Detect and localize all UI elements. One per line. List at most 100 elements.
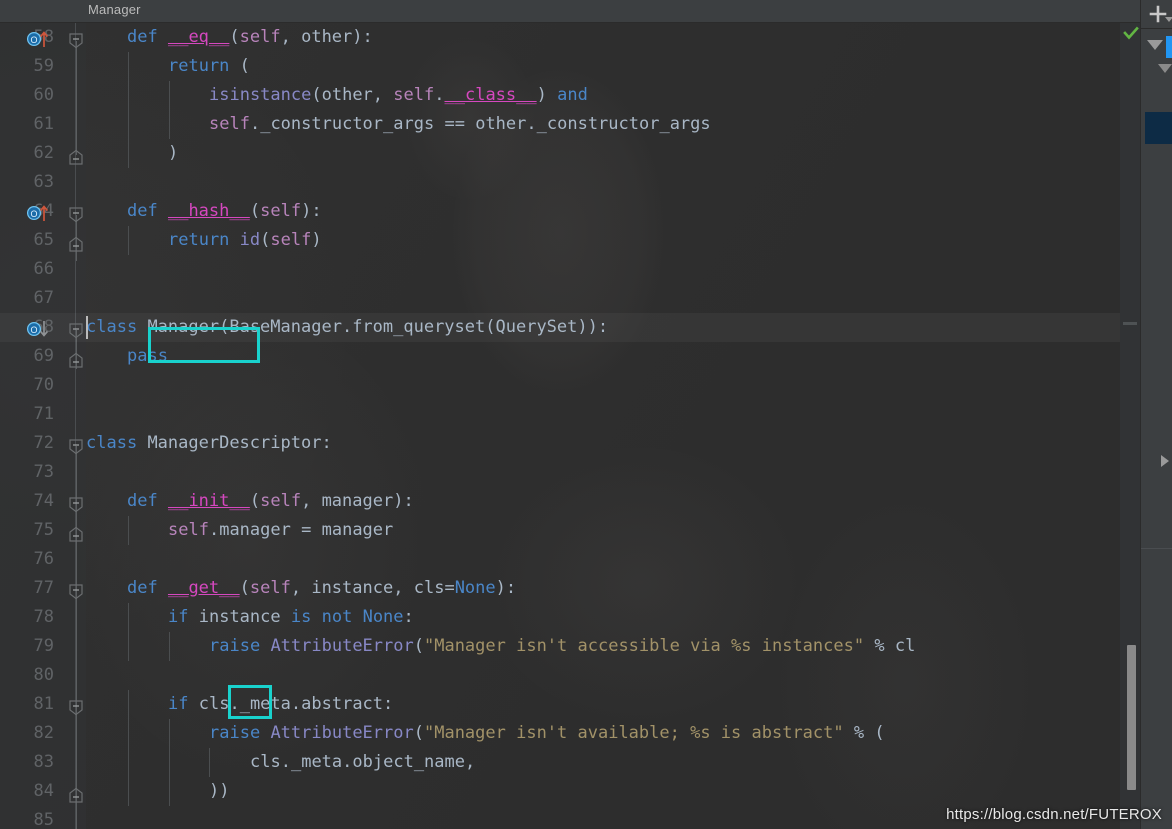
svg-text:O: O — [30, 35, 37, 45]
code-lines: 58 O def __eq__(self, other): 59 return (6… — [0, 23, 1140, 829]
code-text[interactable]: class Manager(BaseManager.from_queryset(… — [86, 313, 608, 342]
code-line[interactable]: 63 — [0, 168, 1140, 197]
code-line[interactable]: 59 return ( — [0, 52, 1140, 81]
code-folding-marker[interactable] — [69, 234, 83, 252]
code-folding-marker[interactable] — [69, 697, 83, 716]
chevron-down-icon[interactable] — [1165, 17, 1172, 22]
triangle-down-icon-small[interactable] — [1158, 64, 1172, 73]
code-text[interactable]: if cls._meta.abstract: — [86, 690, 393, 719]
breadcrumb[interactable]: Manager — [88, 2, 141, 17]
code-line[interactable]: 72 class ManagerDescriptor: — [0, 429, 1140, 458]
line-number: 80 — [33, 665, 54, 685]
code-line[interactable]: 71 — [0, 400, 1140, 429]
code-line[interactable]: 83 cls._meta.object_name, — [0, 748, 1140, 777]
code-text[interactable]: self._constructor_args == other._constru… — [86, 110, 711, 139]
code-line[interactable]: 69 pass — [0, 342, 1140, 371]
line-number: 63 — [33, 172, 54, 192]
line-number: 84 — [33, 781, 54, 801]
code-line[interactable]: 75 self.manager = manager — [0, 516, 1140, 545]
code-folding-marker[interactable] — [69, 524, 83, 542]
code-line[interactable]: 82 raise AttributeError("Manager isn't a… — [0, 719, 1140, 748]
line-number: 73 — [33, 462, 54, 482]
code-line[interactable]: 67 — [0, 284, 1140, 313]
code-text[interactable]: if instance is not None: — [86, 603, 414, 632]
line-number: 78 — [33, 607, 54, 627]
code-text[interactable]: def __eq__(self, other): — [86, 23, 373, 52]
line-number: 77 — [33, 578, 54, 598]
overridden-class-icon[interactable]: O — [26, 319, 49, 337]
line-number: 74 — [33, 491, 54, 511]
code-line[interactable]: 61 self._constructor_args == other._cons… — [0, 110, 1140, 139]
code-line[interactable]: 68 Oclass Manager(BaseManager.from_querys… — [0, 313, 1140, 342]
code-text[interactable]: )) — [86, 777, 230, 806]
code-text[interactable]: ) — [86, 139, 178, 168]
overriding-method-icon[interactable]: O — [26, 203, 49, 221]
code-line[interactable]: 78 if instance is not None: — [0, 603, 1140, 632]
code-folding-marker[interactable] — [69, 494, 83, 513]
line-number: 83 — [33, 752, 54, 772]
code-line[interactable]: 81 if cls._meta.abstract: — [0, 690, 1140, 719]
triangle-down-icon[interactable] — [1147, 40, 1163, 50]
code-line[interactable]: 70 — [0, 371, 1140, 400]
triangle-right-icon[interactable] — [1161, 455, 1169, 467]
line-number: 72 — [33, 433, 54, 453]
breadcrumb-bar: Manager — [0, 0, 1140, 23]
line-number: 62 — [33, 143, 54, 163]
code-line[interactable]: 65 return id(self) — [0, 226, 1140, 255]
overriding-method-icon[interactable]: O — [26, 29, 49, 47]
panel-divider — [1141, 28, 1172, 29]
code-text[interactable]: return ( — [86, 52, 250, 81]
right-tool-panel — [1140, 0, 1172, 829]
code-line[interactable]: 76 — [0, 545, 1140, 574]
code-folding-marker[interactable] — [69, 147, 83, 165]
code-line[interactable]: 77 def __get__(self, instance, cls=None)… — [0, 574, 1140, 603]
code-folding-marker[interactable] — [69, 581, 83, 600]
line-number: 66 — [33, 259, 54, 279]
code-line[interactable]: 73 — [0, 458, 1140, 487]
code-folding-marker[interactable] — [69, 204, 83, 223]
code-line[interactable]: 79 raise AttributeError("Manager isn't a… — [0, 632, 1140, 661]
code-text[interactable]: def __get__(self, instance, cls=None): — [86, 574, 516, 603]
line-number: 60 — [33, 85, 54, 105]
code-line[interactable]: 66 — [0, 255, 1140, 284]
code-folding-marker[interactable] — [69, 436, 83, 455]
code-text[interactable]: pass — [86, 342, 168, 371]
code-text[interactable]: class ManagerDescriptor: — [86, 429, 332, 458]
code-line[interactable]: 74 def __init__(self, manager): — [0, 487, 1140, 516]
stripe-marker[interactable] — [1123, 322, 1137, 325]
code-line[interactable]: 64 O def __hash__(self): — [0, 197, 1140, 226]
code-line[interactable]: 58 O def __eq__(self, other): — [0, 23, 1140, 52]
line-number: 61 — [33, 114, 54, 134]
code-text[interactable]: raise AttributeError("Manager isn't avai… — [86, 719, 885, 748]
code-text[interactable]: self.manager = manager — [86, 516, 393, 545]
code-text[interactable]: raise AttributeError("Manager isn't acce… — [86, 632, 915, 661]
code-folding-marker[interactable] — [69, 350, 83, 368]
line-number: 79 — [33, 636, 54, 656]
code-text[interactable]: return id(self) — [86, 226, 322, 255]
svg-text:O: O — [30, 325, 37, 335]
code-folding-marker[interactable] — [69, 30, 83, 49]
line-number: 76 — [33, 549, 54, 569]
code-line[interactable]: 60 isinstance(other, self.__class__) and — [0, 81, 1140, 110]
line-number: 70 — [33, 375, 54, 395]
text-caret — [86, 316, 88, 339]
line-number: 71 — [33, 404, 54, 424]
code-folding-marker[interactable] — [69, 320, 83, 339]
ide-window: Manager 58 O def __eq__(self, other): 59 r… — [0, 0, 1172, 829]
line-number: 85 — [33, 810, 54, 829]
code-text[interactable]: isinstance(other, self.__class__) and — [86, 81, 588, 110]
code-folding-marker[interactable] — [69, 785, 83, 803]
code-text[interactable]: def __hash__(self): — [86, 197, 322, 226]
code-line[interactable]: 80 — [0, 661, 1140, 690]
code-line[interactable]: 62 ) — [0, 139, 1140, 168]
code-text[interactable]: cls._meta.object_name, — [86, 748, 475, 777]
code-editor[interactable]: 58 O def __eq__(self, other): 59 return (6… — [0, 23, 1140, 829]
line-number: 81 — [33, 694, 54, 714]
line-number: 82 — [33, 723, 54, 743]
line-number: 67 — [33, 288, 54, 308]
panel-divider-lower — [1141, 548, 1172, 549]
editor-vertical-scrollbar[interactable] — [1127, 645, 1136, 790]
code-text[interactable]: def __init__(self, manager): — [86, 487, 414, 516]
code-line[interactable]: 84 )) — [0, 777, 1140, 806]
panel-item-highlight[interactable] — [1145, 112, 1172, 144]
